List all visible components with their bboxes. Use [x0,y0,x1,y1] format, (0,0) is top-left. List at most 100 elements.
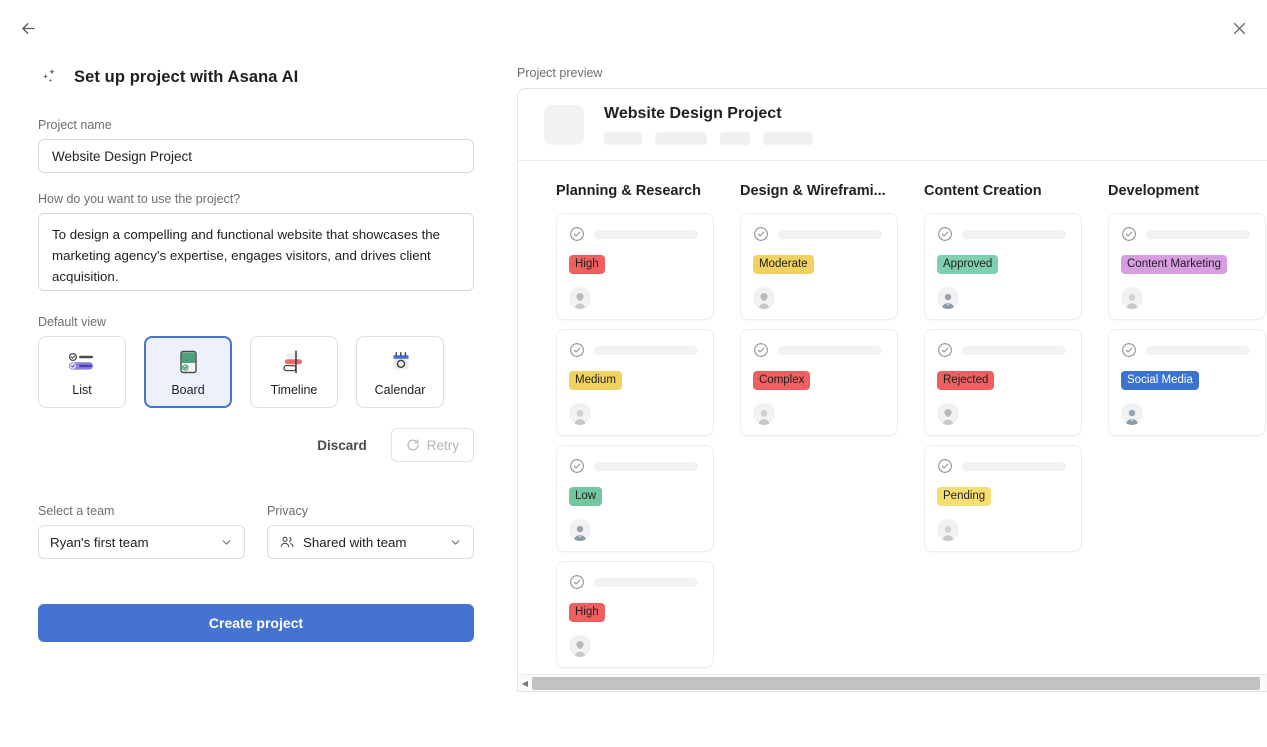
project-usage-textarea[interactable] [38,213,474,291]
board-column: Development Content Marketing Social Media [1108,183,1266,670]
view-option-calendar[interactable]: Calendar [356,336,444,408]
default-view-options: List Board Timeline Calendar [38,336,474,408]
check-circle-icon[interactable] [569,574,585,590]
calendar-view-icon [383,348,417,376]
task-card[interactable]: Complex [740,329,898,436]
task-card-header [937,342,1069,358]
avatar[interactable] [937,403,959,425]
horizontal-scrollbar[interactable]: ◀ [518,674,1267,691]
task-card[interactable]: Rejected [924,329,1082,436]
ai-action-row: Discard Retry [38,428,474,462]
retry-button[interactable]: Retry [390,428,474,462]
check-circle-icon[interactable] [937,226,953,242]
view-option-board-label: Board [171,382,205,397]
task-card[interactable]: Approved [924,213,1082,320]
avatar[interactable] [1121,287,1143,309]
preview-title-block: Website Design Project [604,105,813,145]
page-title: Set up project with Asana AI [74,67,299,86]
board-columns: Planning & Research High Medium Low High Desi… [518,161,1267,670]
placeholder-chip [720,131,750,145]
avatar[interactable] [569,635,591,657]
project-name-field: Project name [38,118,474,173]
arrow-left-icon [21,22,35,34]
project-usage-label: How do you want to use the project? [38,192,241,206]
task-card[interactable]: Pending [924,445,1082,552]
privacy-select[interactable]: Shared with team [267,525,474,559]
task-card[interactable]: Low [556,445,714,552]
create-project-button[interactable]: Create project [38,604,474,642]
avatar[interactable] [569,287,591,309]
task-tag: High [569,603,605,622]
avatar[interactable] [937,519,959,541]
avatar[interactable] [753,287,775,309]
avatar-2-icon [758,410,770,425]
avatar[interactable] [937,287,959,309]
view-option-list-label: List [72,382,92,397]
task-title-placeholder [778,229,882,239]
check-circle-icon[interactable] [937,458,953,474]
task-card[interactable]: Moderate [740,213,898,320]
people-icon [280,536,294,548]
board-column: Planning & Research High Medium Low High [556,183,714,670]
privacy-field: Privacy Shared with team [267,504,474,559]
default-view-label: Default view [38,315,107,329]
check-circle-icon[interactable] [753,226,769,242]
scrollbar-thumb[interactable] [532,676,1260,690]
timeline-view-icon [277,348,311,376]
check-circle-icon[interactable] [1121,342,1137,358]
view-option-timeline-label: Timeline [270,382,318,397]
check-circle-icon[interactable] [569,342,585,358]
board-column-title: Development [1108,183,1200,199]
task-card[interactable]: High [556,561,714,668]
avatar[interactable] [569,519,591,541]
check-circle-icon[interactable] [569,458,585,474]
chevron-left-icon[interactable]: ◀ [518,675,532,692]
view-option-board[interactable]: Board [144,336,232,408]
task-tag: Rejected [937,371,995,390]
team-select[interactable]: Ryan's first team [38,525,245,559]
project-setup-dialog: Set up project with Asana AI Project nam… [0,0,1267,747]
board-column: Design & Wireframi... Moderate Complex [740,183,898,670]
task-tag: Moderate [753,255,814,274]
close-icon [1233,22,1245,34]
preview-label: Project preview [517,66,603,80]
task-card-header [569,226,701,242]
task-card[interactable]: Content Marketing [1108,213,1266,320]
task-tag: Social Media [1121,371,1199,390]
avatar-3-icon [573,525,587,541]
task-card[interactable]: High [556,213,714,320]
avatar[interactable] [569,403,591,425]
task-title-placeholder [594,577,698,587]
task-card[interactable]: Medium [556,329,714,436]
view-option-timeline[interactable]: Timeline [250,336,338,408]
project-name-label: Project name [38,118,112,132]
back-button[interactable] [12,12,44,44]
task-card[interactable]: Social Media [1108,329,1266,436]
avatar-2-icon [574,410,586,425]
preview-project-title: Website Design Project [604,104,782,122]
avatar[interactable] [753,403,775,425]
avatar-2-icon [942,526,954,541]
preview-card: Website Design Project Planning & Resear… [517,88,1267,692]
task-title-placeholder [594,345,698,355]
task-card-header [937,226,1069,242]
task-card-header [569,458,701,474]
check-circle-icon[interactable] [753,342,769,358]
sparkle-icon [43,68,55,83]
check-circle-icon[interactable] [1121,226,1137,242]
task-card-header [937,458,1069,474]
scrollbar-track[interactable] [532,675,1267,692]
avatar[interactable] [1121,403,1143,425]
project-name-input[interactable] [38,139,474,173]
task-card-header [569,342,701,358]
check-circle-icon[interactable] [937,342,953,358]
check-circle-icon[interactable] [569,226,585,242]
chevron-down-icon [451,539,460,545]
task-title-placeholder [778,345,882,355]
task-tag: Content Marketing [1121,255,1227,274]
close-button[interactable] [1223,12,1255,44]
retry-label: Retry [426,437,459,453]
task-tag: Pending [937,487,992,506]
view-option-list[interactable]: List [38,336,126,408]
discard-button[interactable]: Discard [309,432,375,459]
